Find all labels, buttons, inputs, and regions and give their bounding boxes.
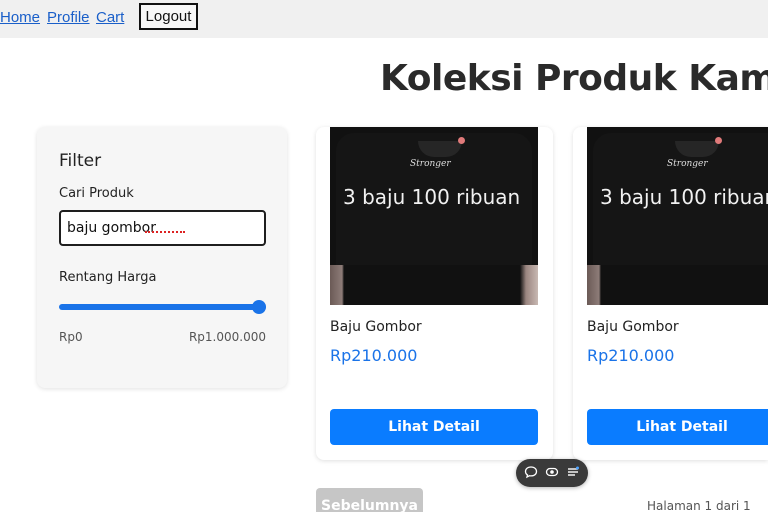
eye-icon[interactable] xyxy=(545,465,559,479)
menu-icon[interactable] xyxy=(566,465,580,479)
spellcheck-underline xyxy=(145,230,185,233)
image-caption: 3 baju 100 ribuan xyxy=(343,185,521,209)
min-price-label: Rp0 xyxy=(59,330,83,344)
product-name: Baju Gombor xyxy=(330,319,422,335)
image-caption: 3 baju 100 ribuan xyxy=(600,185,768,209)
filter-title: Filter xyxy=(59,151,102,171)
nav-link-profile[interactable]: Profile xyxy=(47,9,90,26)
price-range-slider-thumb[interactable] xyxy=(252,300,266,314)
page-title: Koleksi Produk Kami xyxy=(380,58,768,99)
shirt-collar xyxy=(675,141,719,157)
price-range-slider-track[interactable] xyxy=(59,304,266,310)
product-image[interactable]: Stronger 3 baju 100 ribuan xyxy=(587,127,768,305)
filter-panel: Filter Cari Produk Rentang Harga Rp0 Rp1… xyxy=(37,127,287,388)
view-detail-button[interactable]: Lihat Detail xyxy=(330,409,538,445)
product-name: Baju Gombor xyxy=(587,319,679,335)
shirt-dot xyxy=(458,137,465,144)
shirt-brand-text: Stronger xyxy=(667,159,708,169)
shirt-brand-text: Stronger xyxy=(410,159,451,169)
image-background xyxy=(330,265,538,305)
floating-toolbar xyxy=(516,459,588,487)
product-card: Stronger 3 baju 100 ribuan Baju Gombor R… xyxy=(316,127,553,460)
nav-link-cart[interactable]: Cart xyxy=(96,9,124,26)
product-price: Rp210.000 xyxy=(587,346,675,365)
image-background xyxy=(587,265,768,305)
top-navigation: Home Profile Cart Logout xyxy=(0,0,768,38)
shirt-dot xyxy=(715,137,722,144)
comment-icon[interactable] xyxy=(524,465,538,479)
max-price-label: Rp1.000.000 xyxy=(188,330,266,344)
search-label: Cari Produk xyxy=(59,186,134,201)
product-card: Stronger 3 baju 100 ribuan Baju Gombor R… xyxy=(573,127,768,460)
product-price: Rp210.000 xyxy=(330,346,418,365)
shirt-collar xyxy=(418,141,462,157)
page-info: Halaman 1 dari 1 xyxy=(647,499,751,512)
previous-page-button[interactable]: Sebelumnya xyxy=(316,488,423,512)
nav-link-home[interactable]: Home xyxy=(0,9,40,26)
logout-button[interactable]: Logout xyxy=(139,3,198,30)
price-range-label: Rentang Harga xyxy=(59,270,157,285)
product-image[interactable]: Stronger 3 baju 100 ribuan xyxy=(330,127,538,305)
product-search-input[interactable] xyxy=(59,210,266,246)
view-detail-button[interactable]: Lihat Detail xyxy=(587,409,768,445)
